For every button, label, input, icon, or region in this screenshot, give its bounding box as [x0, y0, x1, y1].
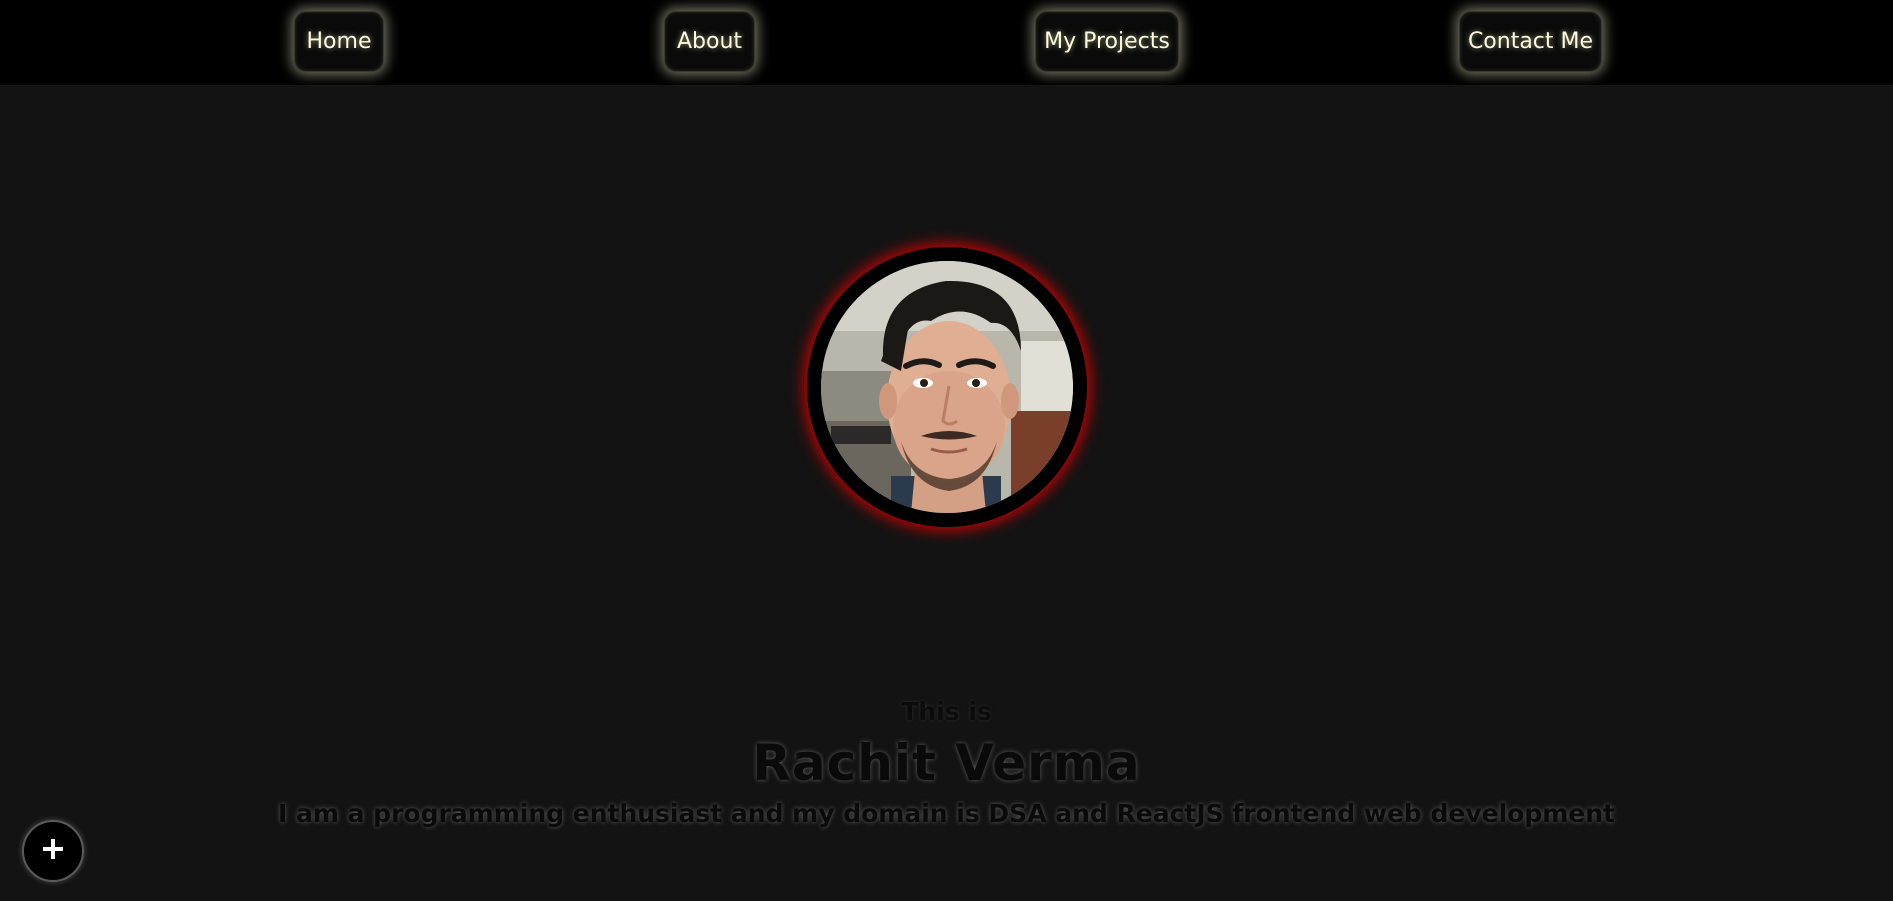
navbar: Home About My Projects Contact Me — [0, 0, 1893, 85]
nav-home-button[interactable]: Home — [294, 11, 384, 72]
plus-icon — [42, 838, 64, 864]
hero-tagline: I am a programming enthusiast and my dom… — [277, 799, 1615, 828]
profile-avatar-frame — [807, 247, 1087, 527]
floating-action-button[interactable] — [22, 820, 84, 882]
nav-projects-button[interactable]: My Projects — [1035, 11, 1179, 72]
intro-text: This is — [901, 697, 992, 726]
hero-name: Rachit Verma — [752, 734, 1141, 792]
profile-photo — [821, 261, 1073, 513]
nav-about-button[interactable]: About — [664, 11, 755, 72]
nav-contact-button[interactable]: Contact Me — [1459, 11, 1602, 72]
